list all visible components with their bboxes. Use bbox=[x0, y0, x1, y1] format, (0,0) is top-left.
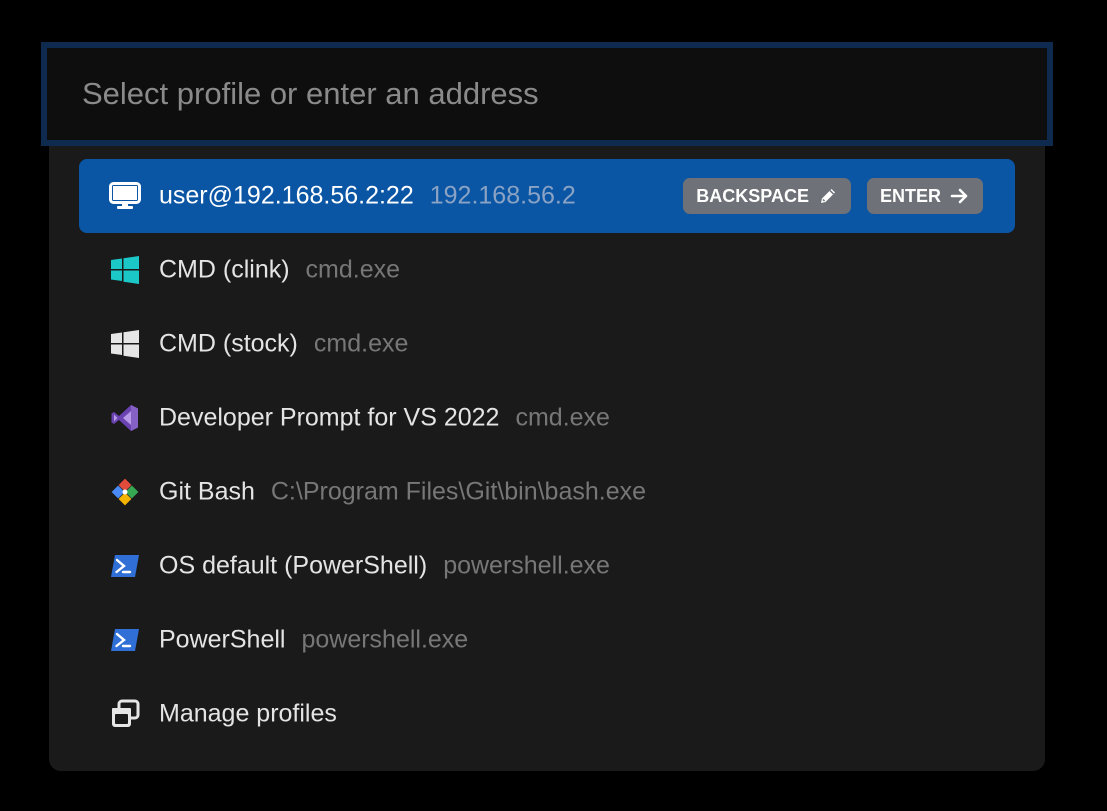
profile-name-wrap: Manage profiles bbox=[159, 700, 337, 729]
profile-name-wrap: CMD (stock) cmd.exe bbox=[159, 330, 408, 359]
manage-profiles-item[interactable]: Manage profiles bbox=[79, 677, 1015, 751]
profile-name: PowerShell bbox=[159, 625, 286, 654]
windows-icon bbox=[109, 328, 141, 360]
arrow-right-icon bbox=[950, 187, 970, 205]
profile-name: user@192.168.56.2:22 bbox=[159, 181, 414, 210]
profile-name: Developer Prompt for VS 2022 bbox=[159, 403, 500, 432]
profile-name-wrap: user@192.168.56.2:22 192.168.56.2 bbox=[159, 182, 576, 211]
profile-description: 192.168.56.2 bbox=[429, 181, 576, 210]
profile-name-wrap: PowerShell powershell.exe bbox=[159, 626, 468, 655]
monitor-icon bbox=[109, 180, 141, 212]
profile-item-cmd-stock[interactable]: CMD (stock) cmd.exe bbox=[79, 307, 1015, 381]
enter-open-button[interactable]: ENTER bbox=[866, 178, 983, 214]
profile-item-cmd-clink[interactable]: CMD (clink) cmd.exe bbox=[79, 233, 1015, 307]
profile-item-vs-prompt[interactable]: Developer Prompt for VS 2022 cmd.exe bbox=[79, 381, 1015, 455]
windows-icon bbox=[109, 254, 141, 286]
profile-name-wrap: OS default (PowerShell) powershell.exe bbox=[159, 552, 610, 581]
hotkeys: BACKSPACE ENTER bbox=[683, 178, 983, 214]
profile-name-wrap: CMD (clink) cmd.exe bbox=[159, 256, 400, 285]
profile-description: powershell.exe bbox=[301, 625, 469, 654]
pencil-icon bbox=[818, 186, 838, 206]
profile-name: CMD (stock) bbox=[159, 329, 298, 358]
profile-item-powershell[interactable]: PowerShell powershell.exe bbox=[79, 603, 1015, 677]
profile-list: user@192.168.56.2:22 192.168.56.2 BACKSP… bbox=[79, 159, 1015, 751]
visual-studio-icon bbox=[109, 402, 141, 434]
profile-description: cmd.exe bbox=[313, 329, 409, 358]
search-input[interactable] bbox=[47, 48, 1047, 140]
git-icon bbox=[109, 476, 141, 508]
profile-item-git-bash[interactable]: Git Bash C:\Program Files\Git\bin\bash.e… bbox=[79, 455, 1015, 529]
powershell-icon bbox=[109, 550, 141, 582]
backspace-edit-button[interactable]: BACKSPACE bbox=[683, 178, 851, 214]
profile-description: cmd.exe bbox=[515, 403, 610, 432]
profile-description: cmd.exe bbox=[305, 255, 401, 284]
profile-name-wrap: Git Bash C:\Program Files\Git\bin\bash.e… bbox=[159, 478, 646, 507]
profile-name-wrap: Developer Prompt for VS 2022 cmd.exe bbox=[159, 404, 610, 433]
profile-name: Manage profiles bbox=[159, 699, 337, 728]
profile-name: Git Bash bbox=[159, 477, 255, 506]
profile-name: CMD (clink) bbox=[159, 255, 290, 284]
search-box bbox=[41, 42, 1053, 146]
profile-description: C:\Program Files\Git\bin\bash.exe bbox=[270, 477, 647, 506]
powershell-icon bbox=[109, 624, 141, 656]
enter-label: ENTER bbox=[879, 185, 941, 206]
profile-item-os-default[interactable]: OS default (PowerShell) powershell.exe bbox=[79, 529, 1015, 603]
profile-item-ssh[interactable]: user@192.168.56.2:22 192.168.56.2 BACKSP… bbox=[79, 159, 1015, 233]
profile-description: powershell.exe bbox=[443, 551, 610, 580]
window-restore-icon bbox=[109, 698, 141, 730]
backspace-label: BACKSPACE bbox=[696, 185, 809, 206]
profile-name: OS default (PowerShell) bbox=[159, 551, 428, 580]
